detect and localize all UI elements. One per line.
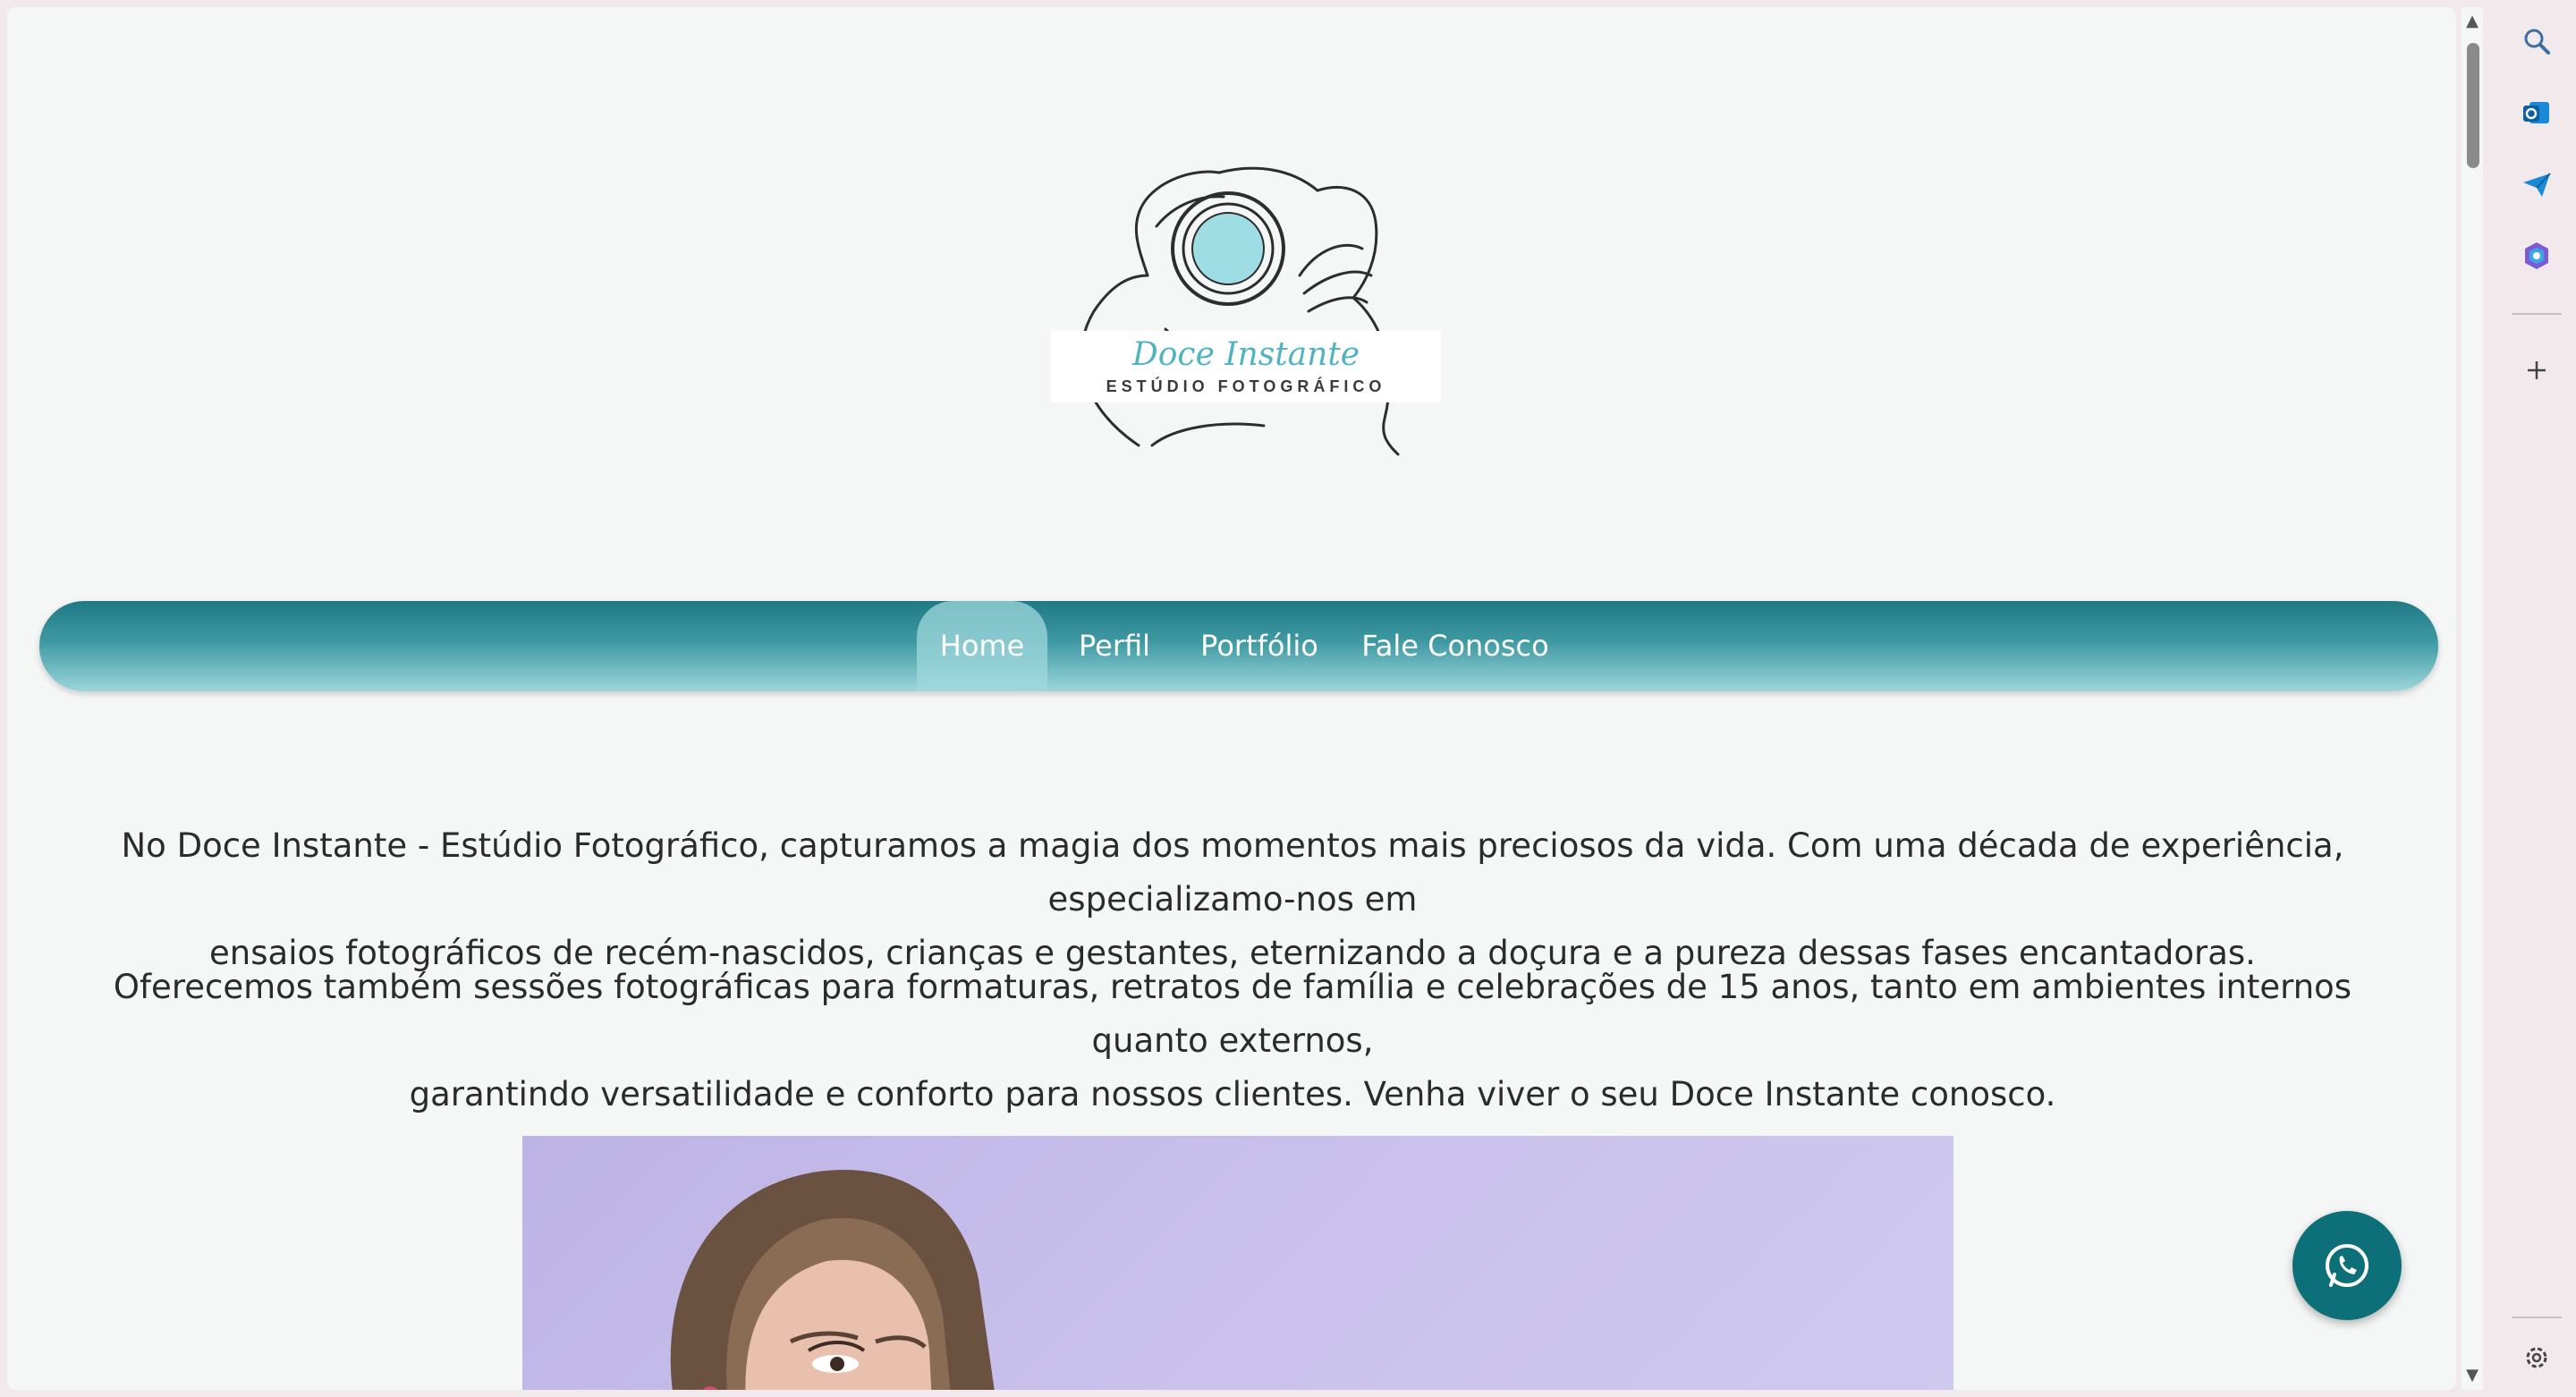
lens-icon (1191, 212, 1265, 285)
portrait-image (670, 1169, 995, 1390)
intro-p1-line1: No Doce Instante - Estúdio Fotográfico, … (121, 826, 2344, 919)
studio-logo[interactable]: Doce Instante ESTÚDIO FOTOGRÁFICO (1031, 141, 1461, 463)
sidebar-divider (2512, 313, 2562, 315)
page-scrollbar[interactable]: ▲ ▼ (2462, 7, 2483, 1390)
plus-icon[interactable] (2517, 351, 2556, 390)
search-icon[interactable] (2517, 21, 2556, 61)
nav-fale-conosco[interactable]: Fale Conosco (1352, 601, 1558, 691)
nav-perfil[interactable]: Perfil (1065, 601, 1164, 691)
header: Doce Instante ESTÚDIO FOTOGRÁFICO (7, 7, 2456, 562)
logo-caption-text: ESTÚDIO FOTOGRÁFICO (1106, 377, 1386, 395)
intro-paragraph-1: No Doce Instante - Estúdio Fotográfico, … (52, 819, 2413, 980)
whatsapp-icon (2326, 1244, 2368, 1287)
intro-p2-line2: garantindo versatilidade e conforto para… (409, 1075, 2056, 1113)
copilot-icon[interactable] (2517, 236, 2556, 275)
nav-portfolio[interactable]: Portfólio (1192, 601, 1326, 691)
page-viewport: Doce Instante ESTÚDIO FOTOGRÁFICO Home P… (7, 7, 2456, 1390)
settings-icon[interactable] (2517, 1338, 2556, 1377)
main-nav: Home Perfil Portfólio Fale Conosco (39, 601, 2438, 691)
scroll-thumb[interactable] (2467, 43, 2479, 168)
hero-photo (522, 1136, 1953, 1390)
sidebar-divider-bottom (2512, 1317, 2562, 1318)
logo-script-text: Doce Instante (1131, 336, 1360, 373)
scroll-up-icon[interactable]: ▲ (2462, 11, 2483, 32)
intro-p2-line1: Oferecemos também sessões fotográficas p… (113, 968, 2352, 1060)
scroll-down-icon[interactable]: ▼ (2462, 1365, 2483, 1386)
intro-paragraph-2: Oferecemos também sessões fotográficas p… (52, 961, 2413, 1122)
outlook-icon[interactable] (2517, 93, 2556, 132)
whatsapp-button[interactable] (2292, 1211, 2402, 1320)
browser-sidebar (2497, 0, 2576, 1397)
nav-home[interactable]: Home (917, 601, 1047, 691)
send-icon[interactable] (2517, 165, 2556, 204)
